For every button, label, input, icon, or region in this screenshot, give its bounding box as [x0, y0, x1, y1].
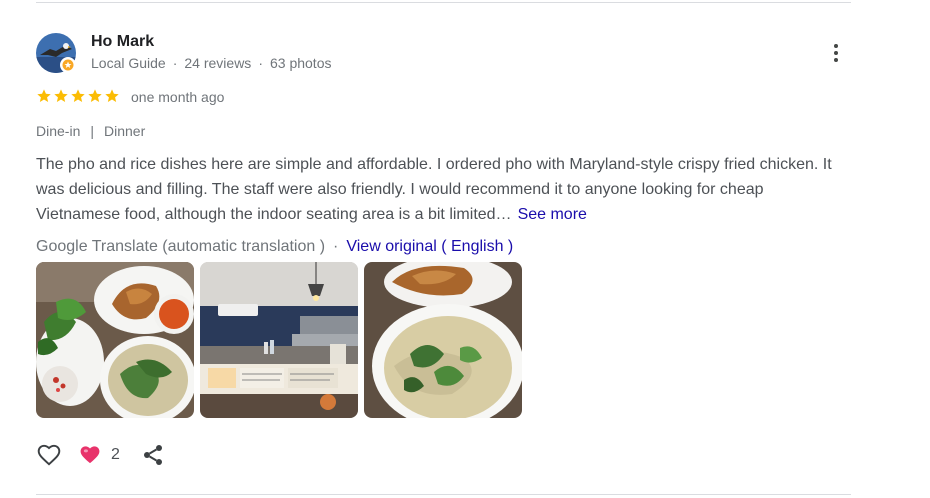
- heart-outline-icon[interactable]: [36, 442, 62, 468]
- view-original-link[interactable]: View original ( English ): [346, 238, 513, 255]
- reaction-count: 2: [111, 446, 120, 463]
- top-divider: [36, 2, 851, 3]
- author-name[interactable]: Ho Mark: [91, 33, 154, 51]
- meta-separator: ·: [258, 55, 263, 71]
- visit-tags: Dine-in | Dinner: [36, 123, 145, 139]
- local-guide-label: Local Guide: [91, 55, 166, 71]
- review-photo-pho-bowl[interactable]: [364, 262, 522, 418]
- tag-dine-in: Dine-in: [36, 123, 81, 139]
- review-body: The pho and rice dishes here are simple …: [36, 156, 832, 223]
- star-icon: [88, 89, 102, 102]
- translation-info: Google Translate (automatic translation …: [36, 238, 513, 256]
- author-meta: Local Guide · 24 reviews · 63 photos: [91, 55, 331, 71]
- review-photo-pho-with-chicken[interactable]: [36, 262, 194, 418]
- translation-label: Google Translate (automatic translation …: [36, 238, 326, 255]
- more-options-icon[interactable]: [822, 39, 850, 67]
- review-text: The pho and rice dishes here are simple …: [36, 152, 851, 227]
- photo-count: 63 photos: [269, 55, 332, 71]
- tag-separator: |: [90, 123, 94, 139]
- review-photo-restaurant-counter[interactable]: [200, 262, 358, 418]
- bottom-divider: [36, 494, 851, 495]
- star-rating: [36, 87, 120, 105]
- see-more-link[interactable]: See more: [518, 206, 587, 223]
- translation-separator: ·: [333, 238, 339, 255]
- star-icon: [71, 89, 85, 102]
- star-icon: [54, 89, 68, 102]
- review-date: one month ago: [131, 89, 225, 105]
- meta-separator: ·: [172, 55, 178, 71]
- share-icon[interactable]: [141, 443, 165, 467]
- local-guide-badge-icon: [60, 57, 76, 73]
- review-count: 24 reviews: [184, 55, 252, 71]
- star-icon: [105, 89, 119, 102]
- tag-dinner: Dinner: [104, 123, 146, 139]
- heart-reaction-icon: [80, 446, 100, 464]
- star-icon: [37, 89, 51, 102]
